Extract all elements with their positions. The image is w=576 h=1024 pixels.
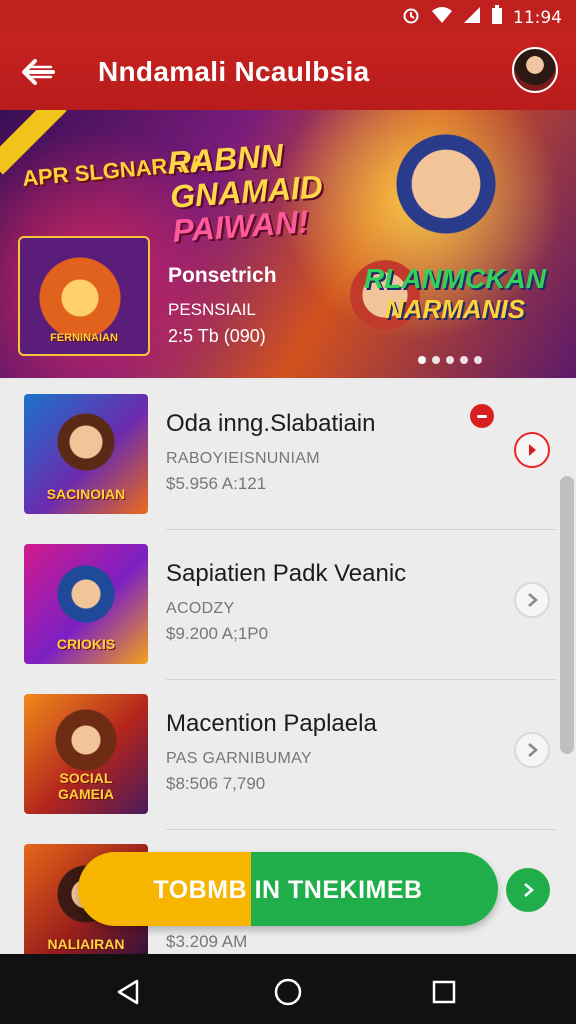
list-item[interactable]: SACINOIAN Oda inng.Slabatiain RABOYIEISN… xyxy=(0,380,556,530)
open-game-button[interactable] xyxy=(514,732,550,768)
game-title: Macention Paplaela xyxy=(166,710,377,737)
home-circle-icon xyxy=(274,978,302,1006)
app-bar: Nndamali Ncaulbsia xyxy=(0,32,576,110)
chevron-right-icon xyxy=(528,593,538,607)
game-subtitle: ACODZY xyxy=(166,600,235,617)
banner-headline: RABNN GNAMAID PAIWAN! xyxy=(167,134,344,249)
hero-banner[interactable]: APR SLGNARAIA RABNN GNAMAID PAIWAN! FERN… xyxy=(0,110,576,378)
back-button[interactable] xyxy=(18,52,58,92)
carousel-dot[interactable] xyxy=(460,356,468,364)
game-price: $3.209 AM xyxy=(166,932,248,951)
nav-recents-button[interactable] xyxy=(424,972,464,1012)
game-thumbnail[interactable]: SACINOIAN xyxy=(24,394,148,514)
chevron-right-icon xyxy=(529,444,536,456)
arrow-back-icon xyxy=(22,59,55,85)
banner-game-stats: 2:5 Tb (090) xyxy=(168,326,266,346)
game-subtitle: RABOYIEISNUNIAM xyxy=(166,450,320,467)
carousel-dot[interactable] xyxy=(474,356,482,364)
cta-arrow-button[interactable] xyxy=(506,868,550,912)
game-subtitle: PAS GARNIBUMAY xyxy=(166,750,312,767)
recents-square-icon xyxy=(432,980,456,1004)
thumb-label: NALIAIRAN xyxy=(47,936,125,952)
battery-icon xyxy=(491,5,503,30)
system-nav-bar xyxy=(0,954,576,1024)
wifi-icon xyxy=(431,6,453,29)
carousel-dots xyxy=(418,356,482,364)
game-thumbnail[interactable]: CRIOKIS xyxy=(24,544,148,664)
open-game-button[interactable] xyxy=(514,432,550,468)
open-game-button[interactable] xyxy=(514,582,550,618)
thumb-label: SOCIAL GAMEIA xyxy=(58,770,114,802)
carousel-dot[interactable] xyxy=(432,356,440,364)
game-thumbnail[interactable]: SOCIAL GAMEIA xyxy=(24,694,148,814)
banner-thumb-label: FERNINAIAN xyxy=(50,332,118,344)
brand-line: RLANMCKAN xyxy=(364,263,546,294)
status-time: 11:94 xyxy=(513,7,562,28)
banner-game-thumbnail[interactable]: FERNINAIAN xyxy=(18,236,150,356)
avatar[interactable] xyxy=(512,47,558,93)
game-price: $9.200 A;1P0 xyxy=(166,624,269,643)
alarm-icon xyxy=(401,5,421,30)
game-price: $8:506 7,790 xyxy=(166,774,266,793)
notification-badge xyxy=(470,404,494,428)
banner-character-art xyxy=(386,118,506,238)
list-item[interactable]: CRIOKIS Sapiatien Padk Veanic ACODZY $9.… xyxy=(0,530,556,680)
banner-game-publisher: PESNSIAIL xyxy=(168,300,256,319)
play-now-button[interactable]: TOBMB IN TNEKIMEB xyxy=(78,852,498,926)
chevron-right-icon xyxy=(528,743,538,757)
game-price: $5.956 A:121 xyxy=(166,474,267,493)
status-icons: 11:94 xyxy=(401,5,562,30)
game-title: Sapiatien Padk Veanic xyxy=(166,560,407,587)
carousel-dot[interactable] xyxy=(418,356,426,364)
brand-line: NARMANIS xyxy=(384,294,526,324)
signal-icon xyxy=(463,6,481,29)
game-title: Oda inng.Slabatiain xyxy=(166,410,376,437)
chevron-right-icon xyxy=(524,883,534,897)
back-triangle-icon xyxy=(117,979,139,1005)
nav-home-button[interactable] xyxy=(268,972,308,1012)
thumb-label: SACINOIAN xyxy=(46,486,126,502)
list-item[interactable]: SOCIAL GAMEIA Macention Paplaela PAS GAR… xyxy=(0,680,556,830)
carousel-dot[interactable] xyxy=(446,356,454,364)
page-title: Nndamali Ncaulbsia xyxy=(98,56,370,87)
status-bar: 11:94 xyxy=(0,0,576,32)
thumb-label: CRIOKIS xyxy=(56,636,116,652)
banner-brand-logo: RLANMCKAN NARMANIS xyxy=(350,263,560,325)
banner-game-title: Ponsetrich xyxy=(168,264,277,287)
nav-back-button[interactable] xyxy=(108,972,148,1012)
scrollbar[interactable] xyxy=(560,476,574,754)
cta-label: TOBMB IN TNEKIMEB xyxy=(153,876,423,904)
